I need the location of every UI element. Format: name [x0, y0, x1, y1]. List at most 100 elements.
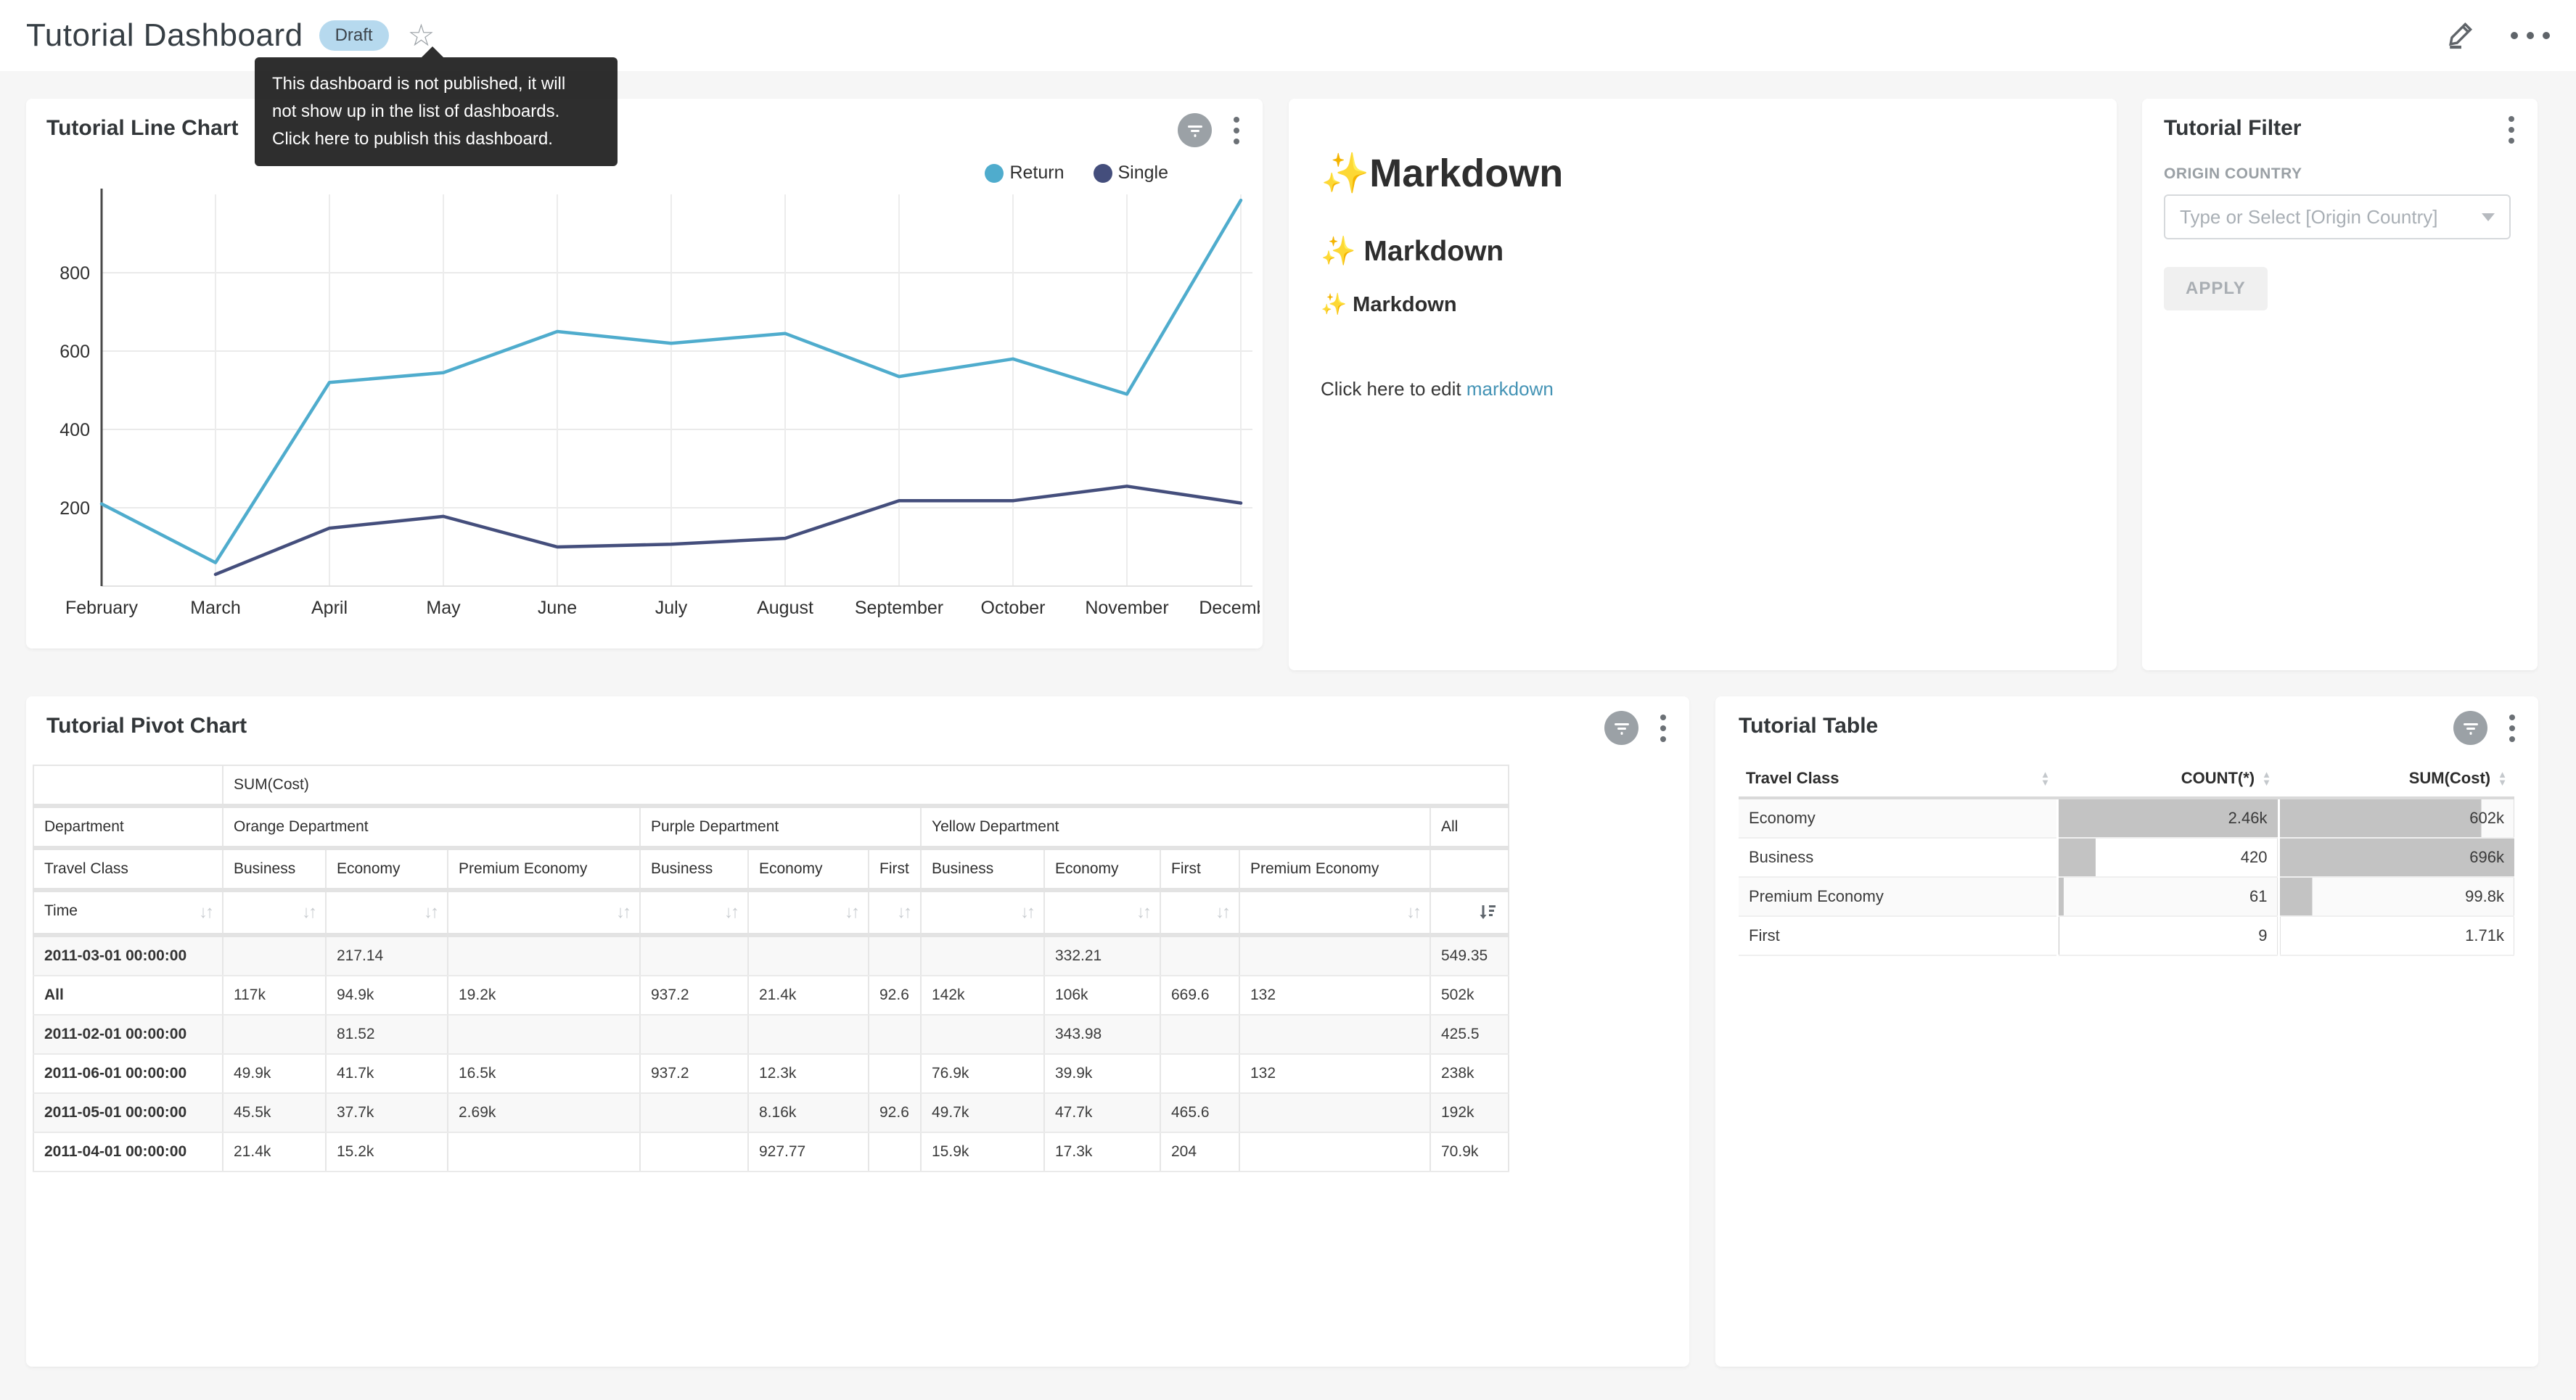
sort-caret-icon[interactable]: ▲▼	[2262, 770, 2271, 786]
sort-icon[interactable]: ↓↑	[199, 902, 212, 923]
y-axis-tick: 800	[60, 263, 90, 284]
pivot-cell: 19.2k	[448, 976, 640, 1015]
legend-item[interactable]: Return	[985, 162, 1064, 184]
pivot-cell	[869, 935, 921, 976]
pivot-cell: 669.6	[1160, 976, 1239, 1015]
filter-indicator-icon[interactable]	[1604, 711, 1638, 745]
apply-button[interactable]: APPLY	[2164, 267, 2268, 310]
pivot-cell: 238k	[1430, 1054, 1509, 1093]
travel-class-cell: Premium Economy	[1739, 877, 2057, 916]
sort-caret-icon[interactable]: ▲▼	[2498, 770, 2507, 786]
pivot-cell: 94.9k	[326, 976, 448, 1015]
status-badge[interactable]: Draft	[319, 20, 389, 51]
sort-icon[interactable]: ↓↑	[724, 902, 737, 923]
filter-indicator-icon[interactable]	[1178, 113, 1212, 147]
sort-icon[interactable]: ↓↑	[424, 902, 437, 923]
pivot-cell: 41.7k	[326, 1054, 448, 1093]
pivot-header-cell: ↓↑	[748, 890, 869, 935]
sort-icon[interactable]: ↓↑	[1020, 902, 1033, 923]
pivot-header-cell: Travel Class	[33, 848, 223, 890]
sort-icon[interactable]: ↓↑	[897, 902, 910, 923]
pivot-cell: 937.2	[640, 1054, 748, 1093]
pivot-header-cell: Business	[921, 848, 1044, 890]
line-chart-actions	[1178, 113, 1242, 147]
column-label: COUNT(*)	[2181, 769, 2255, 788]
edit-pencil-icon[interactable]	[2444, 17, 2477, 54]
pivot-header-cell: Economy	[326, 848, 448, 890]
pivot-header-cell: Business	[640, 848, 748, 890]
pivot-row-label: 2011-03-01 00:00:00	[33, 935, 223, 976]
select-placeholder: Type or Select [Origin Country]	[2180, 206, 2437, 228]
pivot-chart-title: Tutorial Pivot Chart	[46, 714, 247, 738]
pivot-row-label: 2011-05-01 00:00:00	[33, 1093, 223, 1132]
series-line-single	[216, 486, 1241, 575]
legend-dot-icon	[1094, 164, 1112, 183]
dashboard-page: Tutorial Dashboard Draft ☆ This dashboar…	[0, 0, 2576, 1400]
travel-class-cell: Business	[1739, 838, 2057, 877]
sort-descending-icon[interactable]	[1477, 902, 1498, 923]
pivot-cell	[869, 1132, 921, 1172]
table-header-count-[interactable]: COUNT(*) ▲▼	[2057, 760, 2278, 798]
tooltip-line: This dashboard is not published, it will	[272, 70, 600, 98]
table-header-sum-cost-[interactable]: SUM(Cost)▲▼	[2278, 760, 2514, 798]
legend-label: Return	[1009, 162, 1064, 184]
table-header-travel-class[interactable]: Travel Class▲▼	[1739, 760, 2057, 798]
pivot-cell	[921, 935, 1044, 976]
x-axis-tick: June	[538, 598, 577, 618]
pivot-cell	[1239, 1132, 1430, 1172]
sort-icon[interactable]: ↓↑	[1406, 902, 1419, 923]
pivot-header-cell: Time↓↑	[33, 890, 223, 935]
pivot-cell	[748, 935, 869, 976]
pivot-cell: 37.7k	[326, 1093, 448, 1132]
chart-legend: Return Single	[985, 162, 1168, 184]
more-options-icon[interactable]	[2511, 32, 2550, 39]
legend-item[interactable]: Single	[1094, 162, 1169, 184]
pivot-cell: 343.98	[1044, 1015, 1160, 1054]
pivot-cell: 106k	[1044, 976, 1160, 1015]
pivot-header-cell: Premium Economy	[1239, 848, 1430, 890]
pivot-header-cell: Premium Economy	[448, 848, 640, 890]
chart-menu-icon[interactable]	[1231, 114, 1242, 147]
sort-icon[interactable]: ↓↑	[1215, 902, 1228, 923]
origin-country-select[interactable]: Type or Select [Origin Country]	[2164, 194, 2511, 239]
pivot-header-cell: Orange Department	[223, 806, 640, 848]
markdown-link[interactable]: markdown	[1467, 378, 1554, 400]
chart-menu-icon[interactable]	[2506, 712, 2518, 745]
pivot-cell: 425.5	[1430, 1015, 1509, 1054]
filter-menu-icon[interactable]	[2506, 113, 2517, 147]
pivot-cell: 17.3k	[1044, 1132, 1160, 1172]
pivot-cell	[1239, 1015, 1430, 1054]
pivot-cell: 21.4k	[748, 976, 869, 1015]
pivot-cell	[869, 1015, 921, 1054]
pivot-row-label: 2011-02-01 00:00:00	[33, 1015, 223, 1054]
pivot-header-cell: ↓↑	[921, 890, 1044, 935]
sum-cost-cell: 1.71k	[2278, 916, 2514, 955]
pivot-header-cell: SUM(Cost)	[223, 765, 1509, 806]
pivot-cell: 2.69k	[448, 1093, 640, 1132]
sort-icon[interactable]: ↓↑	[1136, 902, 1149, 923]
sort-icon[interactable]: ↓↑	[302, 902, 315, 923]
markdown-paragraph-text: Click here to edit	[1321, 378, 1467, 400]
pivot-cell: 117k	[223, 976, 326, 1015]
pivot-header-cell: Yellow Department	[921, 806, 1430, 848]
pivot-cell	[640, 935, 748, 976]
pivot-chart-card: Tutorial Pivot Chart SUM(Cost)Department…	[26, 696, 1689, 1367]
origin-country-label: ORIGIN COUNTRY	[2164, 165, 2516, 183]
pivot-row-label: 2011-04-01 00:00:00	[33, 1132, 223, 1172]
pivot-header-cell: ↓↑	[1160, 890, 1239, 935]
sort-caret-icon[interactable]: ▲▼	[2040, 770, 2050, 786]
sort-icon[interactable]: ↓↑	[616, 902, 629, 923]
pivot-header-cell: ↓↑	[640, 890, 748, 935]
x-axis-tick: July	[655, 598, 688, 618]
pivot-header-cell: ↓↑	[869, 890, 921, 935]
chart-menu-icon[interactable]	[1657, 712, 1669, 745]
pivot-cell: 204	[1160, 1132, 1239, 1172]
filter-indicator-icon[interactable]	[2453, 711, 2487, 745]
x-axis-tick: February	[65, 598, 139, 618]
sum-cost-cell: 602k	[2278, 798, 2514, 838]
pivot-cell: 16.5k	[448, 1054, 640, 1093]
table-title: Tutorial Table	[1739, 714, 1878, 738]
sort-icon[interactable]: ↓↑	[845, 902, 858, 923]
pivot-cell	[1160, 935, 1239, 976]
pivot-header-cell: ↓↑	[1044, 890, 1160, 935]
